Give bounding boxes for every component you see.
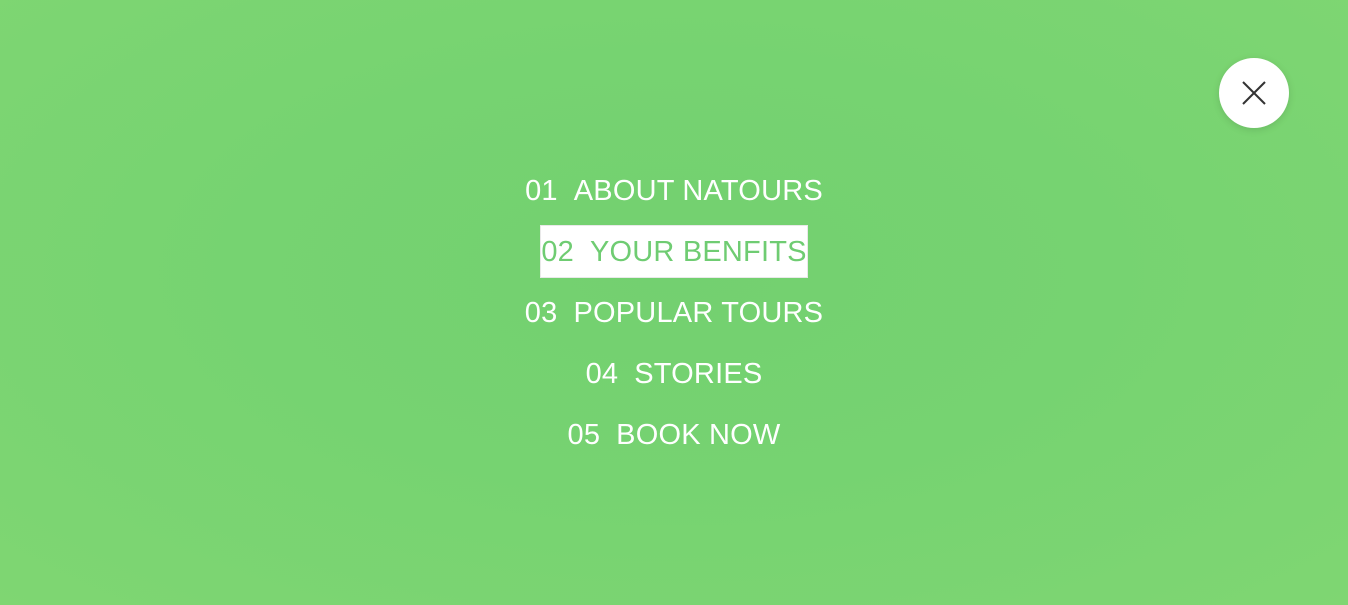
nav-link-stories[interactable]: 04 STORIES xyxy=(586,348,763,399)
nav-item-book: 05 BOOK NOW xyxy=(0,405,1348,466)
nav-item-number: 03 xyxy=(524,297,558,329)
nav-link-tours[interactable]: 03 POPULAR TOURS xyxy=(525,287,823,338)
nav-item-tours: 03 POPULAR TOURS xyxy=(0,283,1348,344)
nav-item-number: 01 xyxy=(525,175,558,207)
nav-item-label: STORIES xyxy=(634,358,763,390)
close-button[interactable] xyxy=(1219,58,1289,128)
nav-link-book[interactable]: 05 BOOK NOW xyxy=(567,409,780,460)
nav-item-number: 05 xyxy=(567,419,601,451)
nav-item-benefits: 02 YOUR BENFITS xyxy=(0,222,1348,283)
nav-item-about: 01 ABOUT NATOURS xyxy=(0,161,1348,222)
nav-link-about[interactable]: 01 ABOUT NATOURS xyxy=(525,165,823,216)
nav-item-label: POPULAR TOURS xyxy=(573,297,824,329)
navigation-menu: 01 ABOUT NATOURS 02 YOUR BENFITS 03 POPULAR… xyxy=(0,161,1348,466)
nav-item-stories: 04 STORIES xyxy=(0,344,1348,405)
close-icon xyxy=(1242,81,1266,105)
navigation-overlay: 01 ABOUT NATOURS 02 YOUR BENFITS 03 POPULAR… xyxy=(0,0,1348,605)
nav-item-number: 04 xyxy=(585,358,619,390)
nav-item-label: BOOK NOW xyxy=(616,419,781,451)
nav-item-number: 02 xyxy=(541,236,574,268)
nav-item-label: ABOUT NATOURS xyxy=(573,175,823,207)
nav-link-benefits[interactable]: 02 YOUR BENFITS xyxy=(541,226,807,277)
nav-item-label: YOUR BENFITS xyxy=(589,236,807,268)
